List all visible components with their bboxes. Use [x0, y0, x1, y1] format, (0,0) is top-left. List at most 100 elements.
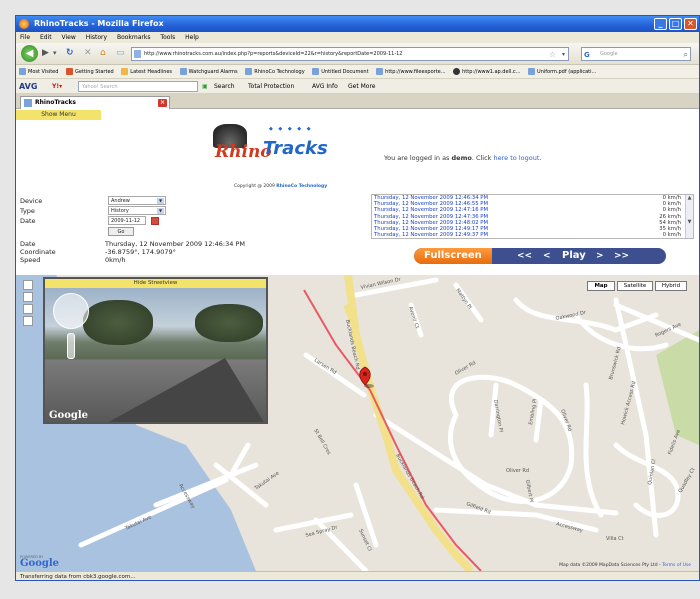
- bookmark-item[interactable]: Most Visited: [19, 65, 58, 78]
- map-type-map[interactable]: Map: [587, 281, 615, 291]
- type-label: Type: [20, 207, 35, 215]
- avg-logo[interactable]: AVG: [19, 81, 37, 92]
- avg-search-button[interactable]: Search: [214, 79, 235, 94]
- streetview-nav-control[interactable]: [53, 293, 89, 329]
- first-button[interactable]: <<: [517, 248, 532, 264]
- map-zoom-slider[interactable]: [23, 316, 33, 326]
- chevron-down-icon: ▼: [157, 198, 164, 204]
- bookmark-item[interactable]: Getting Started: [66, 65, 114, 78]
- site-icon: [134, 50, 141, 58]
- track-points-list[interactable]: Thursday, 12 November 2009 12:46:34 PM 0 …: [371, 194, 694, 239]
- avg-total-protection[interactable]: Total Protection: [248, 79, 294, 94]
- menu-file[interactable]: File: [20, 34, 30, 41]
- menu-history[interactable]: History: [86, 34, 107, 41]
- calendar-icon[interactable]: [151, 217, 159, 225]
- bookmark-item[interactable]: Uniform.pdf (applicati...: [528, 65, 596, 78]
- avg-get-more[interactable]: Get More: [348, 79, 375, 94]
- device-select[interactable]: Andrew ▼: [108, 196, 166, 205]
- menu-view[interactable]: View: [62, 34, 76, 41]
- prev-button[interactable]: <: [543, 248, 551, 264]
- page-content: Show Menu ◆ ◆ ◆ ◆ ◆ Rhino Tracks Copyrig…: [16, 110, 699, 571]
- bookmark-item[interactable]: Watchguard Alarms: [179, 65, 238, 78]
- map-zoom-out-button[interactable]: [23, 304, 33, 314]
- url-dropdown-icon[interactable]: ▾: [562, 48, 565, 60]
- google-logo: Google: [20, 558, 60, 569]
- coordinate-readout: -36.8759°, 174.9079°: [105, 248, 176, 256]
- login-username: demo: [451, 154, 472, 162]
- type-row: Type: [20, 207, 105, 215]
- url-bar[interactable]: http://www.rhinotracks.com.au/index.php?…: [131, 47, 569, 61]
- yahoo-icon[interactable]: Y!▾: [52, 79, 62, 94]
- road-label: Larsen Rd: [313, 358, 337, 376]
- type-select[interactable]: History ▼: [108, 206, 166, 215]
- stop-icon[interactable]: ✕: [84, 47, 92, 59]
- google-search-icon: G: [584, 51, 590, 59]
- date-input[interactable]: 2009-11-12: [108, 216, 146, 225]
- bookmark-item[interactable]: http://www.fileexporte...: [376, 65, 446, 78]
- menu-help[interactable]: Help: [185, 34, 199, 41]
- map-attribution: Map data ©2009 MapData Sciences Pty Ltd …: [559, 563, 691, 568]
- list-scrollbar[interactable]: ▲ ▼: [685, 195, 693, 238]
- avg-info[interactable]: AVG Info: [312, 79, 338, 94]
- map-view[interactable]: Vivian Wilson Dr Avenir Ct Mattyn Pl Oak…: [16, 275, 699, 571]
- playback-control: Fullscreen << < Play > >>: [414, 248, 666, 264]
- menu-edit[interactable]: Edit: [40, 34, 52, 41]
- speed-readout: 0km/h: [105, 256, 126, 264]
- terms-link[interactable]: Terms of Use: [662, 563, 691, 568]
- bookmark-item[interactable]: Untitled Document: [312, 65, 369, 78]
- map-type-satellite[interactable]: Satellite: [617, 281, 653, 291]
- firefox-icon: [19, 19, 29, 29]
- road-label: Oliver Rd: [454, 360, 477, 377]
- road-label: Takutai Ave: [253, 470, 281, 492]
- avg-search-go-icon[interactable]: ▣: [202, 79, 208, 94]
- streetview-panel[interactable]: Hide Streetview Google: [43, 277, 268, 424]
- reload-icon[interactable]: ↻: [66, 47, 74, 59]
- forward-button[interactable]: ▶: [42, 47, 49, 59]
- avg-search-input[interactable]: Yahoo! Search: [78, 81, 198, 92]
- map-type-hybrid[interactable]: Hybrid: [655, 281, 687, 291]
- streetview-zoom-control[interactable]: [67, 333, 75, 359]
- back-button[interactable]: ◀: [21, 45, 38, 62]
- menu-tools[interactable]: Tools: [160, 34, 175, 41]
- road-label: Villa Ct: [606, 536, 624, 542]
- copyright-text: Copyright @ 2009 RhinoCo Technology: [234, 184, 328, 189]
- map-pan-control[interactable]: [23, 280, 33, 290]
- streetview-trees: [195, 304, 263, 342]
- list-item[interactable]: Thursday, 12 November 2009 12:49:37 PM 0 …: [372, 232, 693, 238]
- status-bar: Transferring data from cbk3.google.com..…: [16, 571, 699, 580]
- menu-bookmarks[interactable]: Bookmarks: [117, 34, 151, 41]
- next-button[interactable]: >: [596, 248, 604, 264]
- login-status: You are logged in as demo. Click here to…: [384, 154, 542, 162]
- play-button[interactable]: Play: [562, 248, 586, 264]
- url-text: http://www.rhinotracks.com.au/index.php?…: [144, 51, 403, 57]
- go-button[interactable]: Go: [108, 227, 134, 236]
- logout-link[interactable]: here to logout: [494, 154, 540, 162]
- vehicle-marker: [359, 366, 374, 388]
- bookmark-item[interactable]: http://www1.ap.dell.c...: [453, 65, 520, 78]
- tab-rhinotracks[interactable]: RhinoTracks ×: [20, 96, 170, 109]
- bookmark-star-icon[interactable]: ☆: [549, 48, 556, 60]
- bookmark-item[interactable]: Latest Headlines: [121, 65, 172, 78]
- minimize-button[interactable]: _: [654, 18, 667, 30]
- tab-strip: RhinoTracks ×: [16, 94, 699, 109]
- hide-streetview-button[interactable]: Hide Streetview: [45, 279, 266, 288]
- search-icon[interactable]: ⌕: [684, 48, 688, 61]
- bookmark-item[interactable]: RhinoCo Technology: [245, 65, 305, 78]
- close-window-button[interactable]: ✕: [684, 18, 697, 30]
- coordinate-row: Coordinate -36.8759°, 174.9079°: [20, 248, 176, 256]
- device-row: Device: [20, 197, 105, 205]
- tab-page-icon: [24, 99, 32, 107]
- close-tab-icon[interactable]: ×: [158, 99, 167, 107]
- fullscreen-button[interactable]: Fullscreen: [414, 248, 492, 264]
- date-label: Date: [20, 217, 36, 225]
- home-icon[interactable]: ⌂: [100, 47, 106, 59]
- last-button[interactable]: >>: [614, 248, 629, 264]
- search-box[interactable]: G Google ⌕: [581, 47, 691, 61]
- road-label: Howick Access Rd: [620, 381, 637, 426]
- history-dropdown-icon[interactable]: ▾: [53, 47, 57, 59]
- maximize-button[interactable]: □: [669, 18, 682, 30]
- show-menu-button[interactable]: Show Menu: [16, 110, 101, 120]
- window-title: RhinoTracks - Mozilla Firefox: [34, 19, 164, 28]
- map-zoom-in-button[interactable]: [23, 292, 33, 302]
- streetview-image[interactable]: Google: [45, 288, 266, 422]
